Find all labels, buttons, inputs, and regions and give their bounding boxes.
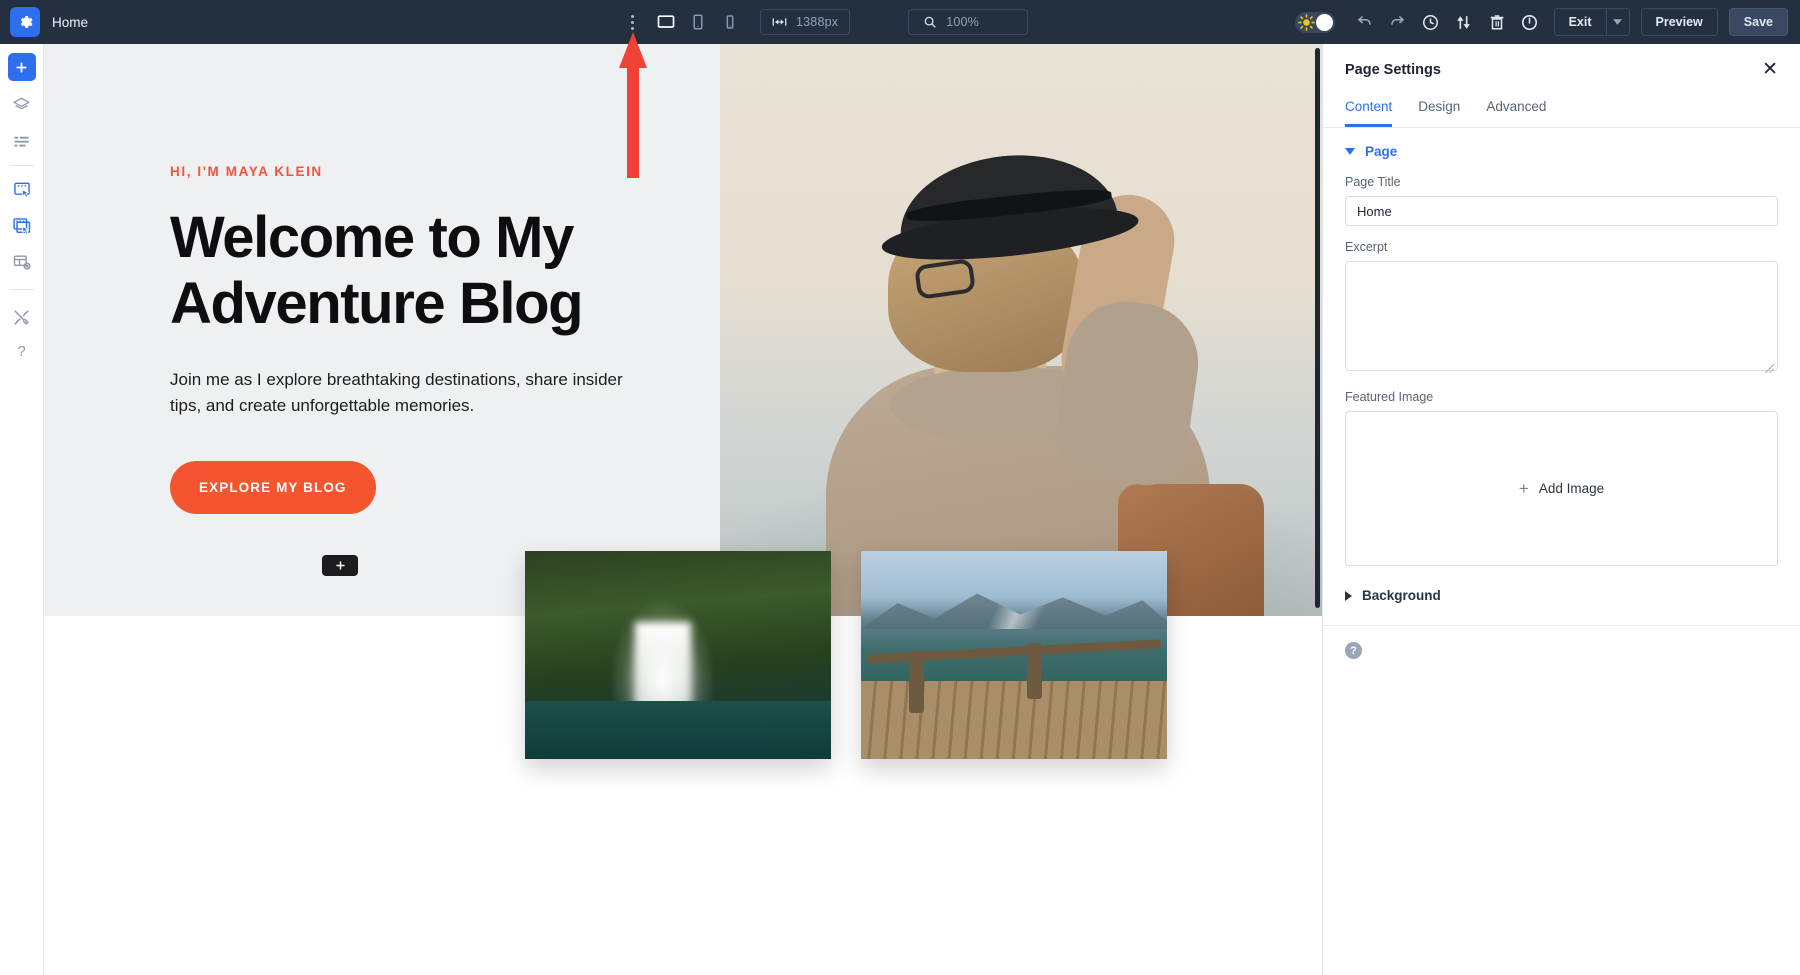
- tools-icon: [12, 308, 31, 327]
- section-page-label: Page: [1365, 144, 1397, 159]
- resize-grip-icon[interactable]: [1765, 364, 1774, 373]
- panel-title: Page Settings: [1345, 62, 1441, 78]
- viewport-tablet-button[interactable]: [682, 6, 714, 38]
- viewport-width-field[interactable]: 1388px: [760, 9, 850, 35]
- featured-image-dropzone[interactable]: + Add Image: [1345, 411, 1778, 566]
- layers-icon: [12, 96, 31, 115]
- sidebar-item-layers[interactable]: [8, 91, 36, 119]
- panel-divider: [1323, 625, 1800, 626]
- excerpt-label: Excerpt: [1345, 240, 1778, 254]
- featured-image-field-group: Featured Image + Add Image: [1323, 376, 1800, 566]
- theme-toggle-knob: [1316, 14, 1333, 31]
- tab-design[interactable]: Design: [1418, 99, 1460, 127]
- exit-button[interactable]: Exit: [1554, 8, 1606, 36]
- redo-button[interactable]: [1383, 7, 1413, 37]
- gallery-image-waterfall[interactable]: [525, 551, 831, 759]
- gallery-image-lake-dock[interactable]: [861, 551, 1167, 759]
- width-arrows-icon: [772, 16, 787, 28]
- save-button[interactable]: Save: [1729, 8, 1788, 36]
- dock-post-shape: [1027, 643, 1042, 699]
- sort-arrows-icon: [1454, 13, 1473, 32]
- rail-divider-1: [10, 165, 34, 166]
- sun-icon: [1298, 14, 1315, 31]
- viewport-mobile-button[interactable]: [714, 6, 746, 38]
- template-icon: [12, 252, 32, 272]
- viewport-width-value: 1388px: [796, 15, 838, 29]
- top-toolbar: Home 1388px: [0, 0, 1800, 44]
- rail-divider-2: [10, 289, 34, 290]
- undo-icon: [1355, 13, 1374, 32]
- panel-help-badge[interactable]: ?: [1345, 642, 1362, 659]
- list-icon: [12, 132, 31, 151]
- plus-icon: [335, 560, 346, 571]
- redo-icon: [1388, 13, 1407, 32]
- excerpt-field-group: Excerpt: [1323, 226, 1800, 376]
- mobile-icon: [722, 14, 738, 30]
- power-icon: [1520, 13, 1539, 32]
- chevron-down-icon: [1345, 148, 1355, 155]
- sidebar-item-navigator[interactable]: [8, 127, 36, 155]
- excerpt-textarea-wrapper: [1345, 261, 1778, 376]
- sidebar-item-tools[interactable]: [8, 303, 36, 331]
- theme-toggle[interactable]: [1295, 12, 1335, 33]
- panel-header: Page Settings ✕: [1323, 44, 1800, 79]
- sidebar-item-help[interactable]: ?: [8, 337, 36, 365]
- current-page-name: Home: [52, 15, 88, 30]
- dock-post-shape: [909, 651, 924, 713]
- section-select-icon: [12, 216, 32, 236]
- undo-button[interactable]: [1350, 7, 1380, 37]
- trash-button[interactable]: [1482, 7, 1512, 37]
- dock-planks-shape: [861, 681, 1167, 759]
- sidebar-item-sections[interactable]: [8, 212, 36, 240]
- toolbar-center-group: 1388px 100%: [620, 6, 1028, 38]
- tablet-icon: [689, 13, 707, 31]
- preview-button[interactable]: Preview: [1641, 8, 1718, 36]
- power-button[interactable]: [1515, 7, 1545, 37]
- page-title-input[interactable]: [1345, 196, 1778, 226]
- add-block-button[interactable]: [322, 555, 358, 576]
- chevron-down-icon: [1613, 19, 1622, 25]
- brand-gear-icon[interactable]: [10, 7, 40, 37]
- toolbar-right-group: Exit Preview Save: [1295, 7, 1800, 37]
- excerpt-textarea[interactable]: [1345, 261, 1778, 371]
- featured-image-label: Featured Image: [1345, 390, 1778, 404]
- clock-icon: [1421, 13, 1440, 32]
- page-canvas[interactable]: HI, I'M MAYA KLEIN Welcome to My Adventu…: [44, 44, 1322, 975]
- zoom-level-field[interactable]: 100%: [908, 9, 1028, 35]
- sidebar-item-add[interactable]: [8, 53, 36, 81]
- section-background-toggle[interactable]: Background: [1323, 566, 1800, 611]
- tab-advanced[interactable]: Advanced: [1486, 99, 1546, 127]
- transfer-button[interactable]: [1449, 7, 1479, 37]
- red-arrow-annotation: [612, 30, 654, 180]
- page-title-label: Page Title: [1345, 175, 1778, 189]
- viewport-desktop-button[interactable]: [650, 6, 682, 38]
- close-icon[interactable]: ✕: [1762, 60, 1778, 79]
- chevron-right-icon: [1345, 591, 1352, 601]
- section-background-label: Background: [1362, 588, 1441, 603]
- gallery-row: [44, 44, 1322, 975]
- sidebar-item-elements[interactable]: [8, 176, 36, 204]
- section-page-toggle[interactable]: Page: [1323, 128, 1800, 167]
- toolbar-left-group: Home: [0, 7, 600, 37]
- desktop-icon: [656, 12, 676, 32]
- zoom-level-value: 100%: [946, 15, 979, 29]
- mountains-shape: [861, 581, 1167, 629]
- exit-button-group: Exit: [1554, 8, 1630, 36]
- panel-tabs: Content Design Advanced: [1323, 85, 1800, 128]
- canvas-scrollbar[interactable]: [1315, 48, 1320, 608]
- exit-dropdown-button[interactable]: [1606, 8, 1630, 36]
- search-icon: [923, 15, 937, 29]
- sidebar-item-templates[interactable]: [8, 248, 36, 276]
- trash-icon: [1488, 13, 1506, 31]
- history-button[interactable]: [1416, 7, 1446, 37]
- element-select-icon: [12, 180, 32, 200]
- plus-icon: [14, 60, 29, 75]
- left-rail: ?: [0, 44, 44, 975]
- tab-content[interactable]: Content: [1345, 99, 1392, 127]
- page-title-field-group: Page Title: [1323, 167, 1800, 226]
- plus-icon: +: [1519, 480, 1529, 497]
- gear-icon: [17, 14, 33, 30]
- add-image-label: Add Image: [1539, 481, 1604, 496]
- page-settings-panel: Page Settings ✕ Content Design Advanced …: [1322, 44, 1800, 975]
